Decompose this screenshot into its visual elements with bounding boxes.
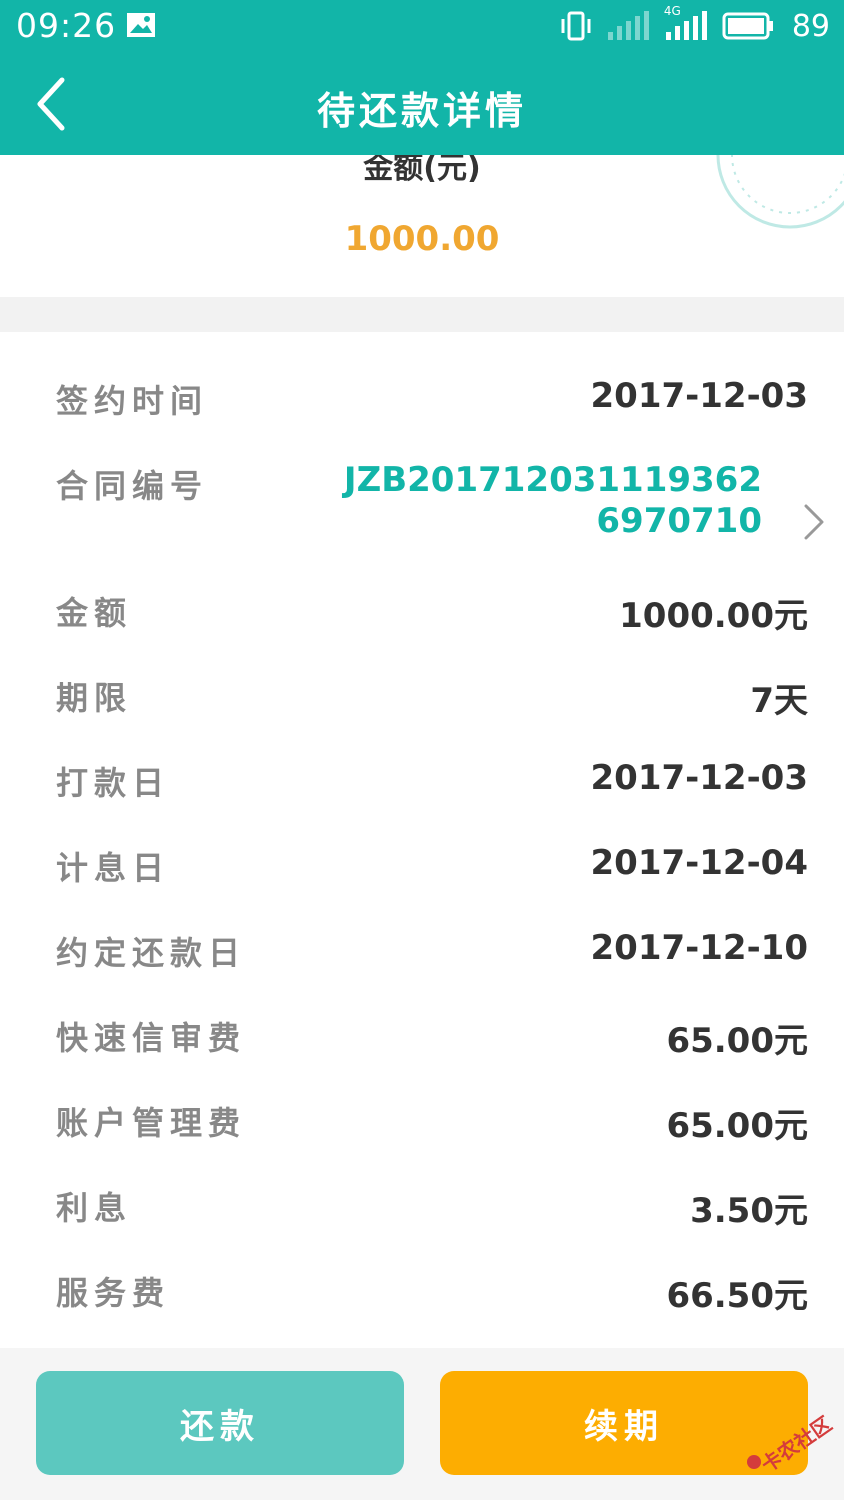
app-bar: 待还款详情	[0, 52, 844, 155]
detail-row-service-fee: 服务费 66.50元	[0, 1246, 844, 1331]
detail-value: 7天	[750, 681, 808, 721]
detail-value: 2017-12-10	[590, 928, 808, 968]
stamp-icon	[716, 155, 844, 229]
detail-value: 65.00元	[666, 1106, 808, 1146]
detail-row-account-fee: 账户管理费 65.00元	[0, 1076, 844, 1161]
detail-label: 打款日	[56, 764, 171, 802]
detail-row-pay-date: 打款日 2017-12-03	[0, 736, 844, 821]
contract-number-link[interactable]: JZB2017120311193626970710	[322, 460, 762, 542]
page-title: 待还款详情	[316, 89, 527, 133]
status-icons: 4G 89	[560, 4, 830, 46]
detail-row-review-fee: 快速信审费 65.00元	[0, 991, 844, 1076]
battery-level: 89	[791, 8, 830, 44]
detail-value: 3.50元	[690, 1191, 808, 1231]
status-bar: 09:26 4G 89	[0, 0, 844, 52]
detail-label: 合同编号	[56, 467, 209, 505]
detail-row-interest-start: 计息日 2017-12-04	[0, 821, 844, 906]
detail-label: 期限	[56, 679, 133, 717]
repay-button[interactable]: 还款	[36, 1371, 404, 1475]
detail-row-sign-date: 签约时间 2017-12-03	[0, 354, 844, 439]
detail-label: 服务费	[56, 1274, 171, 1312]
svg-text:卡农社区: 卡农社区	[757, 1412, 836, 1478]
detail-label: 约定还款日	[56, 934, 247, 972]
detail-row-interest: 利息 3.50元	[0, 1161, 844, 1246]
detail-label: 利息	[56, 1189, 133, 1227]
detail-label: 账户管理费	[56, 1104, 247, 1142]
watermark-logo: 卡农社区	[747, 1412, 836, 1478]
detail-label: 签约时间	[56, 382, 209, 420]
gallery-icon	[127, 13, 155, 37]
detail-row-amount: 金额 1000.00元	[0, 566, 844, 651]
detail-label: 金额	[56, 594, 133, 632]
detail-label: 快速信审费	[56, 1019, 247, 1057]
detail-label: 计息日	[56, 849, 171, 887]
detail-row-due-date: 约定还款日 2017-12-10	[0, 906, 844, 991]
status-time: 09:26	[16, 6, 117, 45]
amount-summary-card: 金额(元) 1000.00	[0, 155, 844, 297]
detail-value: 65.00元	[666, 1021, 808, 1061]
vibrate-icon	[561, 11, 591, 41]
detail-value: 2017-12-04	[590, 843, 808, 883]
detail-value: 2017-12-03	[590, 758, 808, 798]
detail-value: 2017-12-03	[590, 376, 808, 416]
detail-row-term: 期限 7天	[0, 651, 844, 736]
battery-icon	[722, 12, 773, 40]
signal-4g-icon: 4G	[664, 4, 708, 42]
detail-value: 1000.00元	[619, 596, 808, 636]
detail-value: 66.50元	[666, 1276, 808, 1316]
chevron-right-icon[interactable]	[802, 502, 826, 542]
signal-icon	[607, 11, 649, 40]
action-bar: 还款 续期	[0, 1348, 844, 1500]
loan-detail-list: 签约时间 2017-12-03 合同编号 JZB2017120311193626…	[0, 332, 844, 1348]
